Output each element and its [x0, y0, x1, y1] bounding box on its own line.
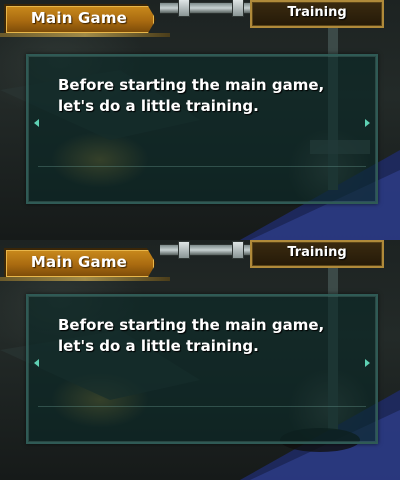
training-tab-label: Training: [287, 245, 347, 260]
training-tab[interactable]: Training: [250, 240, 384, 268]
dialog-divider: [38, 406, 366, 407]
main-game-tab-label: Main Game: [30, 253, 128, 271]
tab-trim: [0, 277, 170, 281]
top-screen: Main Game Training Before starting the m…: [0, 0, 400, 240]
arrow-left-icon[interactable]: [34, 119, 39, 127]
dialog-line-1: Before starting the main game,: [58, 316, 325, 334]
dialog-line-2: let's do a little training.: [58, 97, 259, 115]
main-game-tab-label: Main Game: [30, 9, 128, 27]
tab-connector: [160, 0, 256, 17]
main-game-tab[interactable]: Main Game: [0, 0, 170, 37]
dialog-divider: [38, 166, 366, 167]
tab-trim: [0, 33, 170, 37]
arrow-left-icon[interactable]: [34, 359, 39, 367]
training-tab[interactable]: Training: [250, 0, 384, 28]
main-game-tab[interactable]: Main Game: [0, 244, 170, 281]
connector-joint: [178, 241, 190, 259]
arrow-right-icon[interactable]: [365, 119, 370, 127]
tab-connector: [160, 241, 256, 259]
dialog-line-2: let's do a little training.: [58, 337, 259, 355]
training-tab-label: Training: [287, 5, 347, 20]
dialog-line-1: Before starting the main game,: [58, 76, 325, 94]
connector-joint: [178, 0, 190, 17]
connector-joint: [232, 241, 244, 259]
arrow-right-icon[interactable]: [365, 359, 370, 367]
message-dialog[interactable]: Before starting the main game, let's do …: [26, 54, 378, 204]
message-dialog[interactable]: Before starting the main game, let's do …: [26, 294, 378, 444]
bottom-screen: Main Game Training Before starting the m…: [0, 240, 400, 480]
connector-joint: [232, 0, 244, 17]
